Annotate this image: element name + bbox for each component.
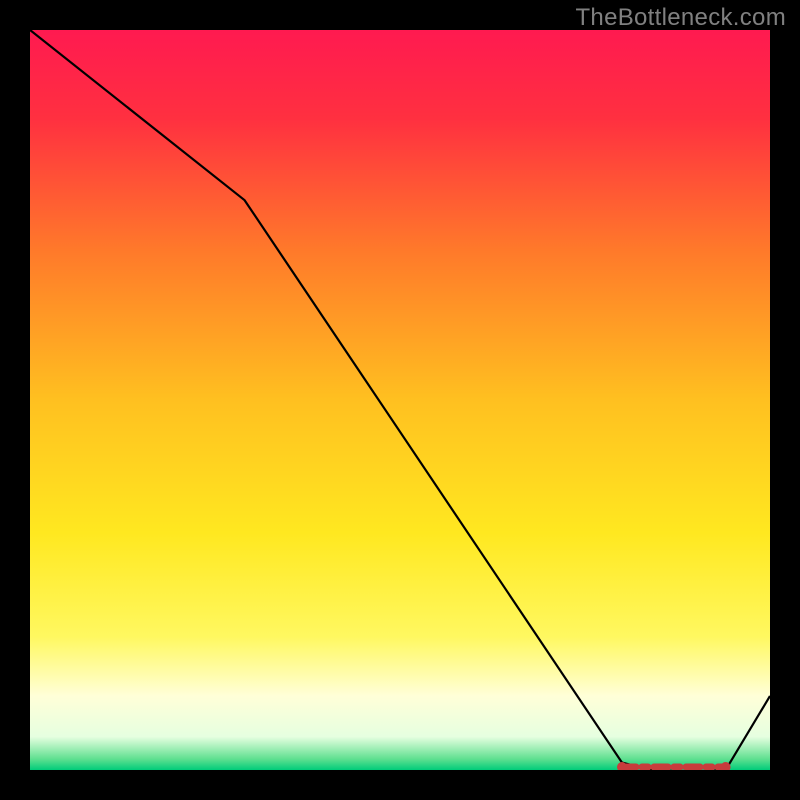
plot-svg bbox=[30, 30, 770, 770]
attribution-label: TheBottleneck.com bbox=[575, 4, 786, 32]
plot-area bbox=[30, 30, 770, 770]
gradient-background bbox=[30, 30, 770, 770]
chart-container: TheBottleneck.com bbox=[0, 0, 800, 800]
